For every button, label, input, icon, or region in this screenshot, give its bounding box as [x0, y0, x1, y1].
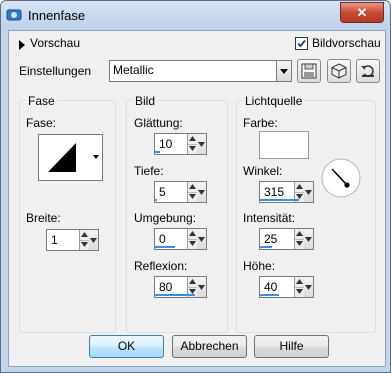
settings-label: Einstellungen	[19, 64, 92, 78]
spinner-arrows	[187, 229, 197, 249]
ambience-label: Umgebung:	[134, 211, 197, 225]
color-label: Farbe:	[243, 116, 278, 130]
angle-dropdown[interactable]	[304, 181, 314, 203]
fase-width-value: 1	[51, 233, 58, 247]
smoothing-dropdown[interactable]	[197, 133, 207, 155]
depth-label: Tiefe:	[134, 164, 164, 178]
chevron-down-icon[interactable]	[276, 61, 291, 81]
settings-dropdown-value: Metallic	[113, 63, 154, 77]
spinner-arrows	[187, 182, 197, 202]
depth-level	[155, 199, 157, 201]
expand-arrow-icon[interactable]	[18, 39, 26, 53]
spin-down-icon[interactable]	[80, 240, 89, 250]
smoothing-label: Glättung:	[134, 116, 183, 130]
reflection-value: 80	[159, 280, 173, 294]
height-label: Höhe:	[243, 259, 276, 273]
fase-group-title: Fase	[26, 94, 57, 108]
settings-dropdown[interactable]: Metallic	[109, 60, 292, 82]
reflection-label: Reflexion:	[134, 259, 188, 273]
smoothing-value: 10	[159, 137, 173, 151]
height-level	[260, 294, 279, 296]
angle-value: 315	[264, 185, 285, 199]
spinner-arrows	[79, 230, 89, 250]
spin-down-icon[interactable]	[188, 192, 197, 202]
save-preset-button[interactable]	[297, 59, 321, 83]
ambience-level	[155, 246, 175, 248]
fase-shape-dropdown-button[interactable]	[90, 134, 103, 181]
intensity-level	[260, 246, 272, 248]
smoothing-level	[155, 151, 160, 153]
reflection-dropdown[interactable]	[197, 276, 207, 298]
fase-width-spinner[interactable]: 1	[46, 229, 90, 251]
depth-spinner[interactable]: 5	[154, 181, 198, 203]
help-button[interactable]: Hilfe	[254, 335, 329, 358]
bild-group-title: Bild	[133, 94, 158, 108]
angle-label: Winkel:	[243, 164, 283, 178]
ok-button[interactable]: OK	[89, 335, 164, 358]
height-dropdown[interactable]	[304, 276, 314, 298]
window-title: Innenfase	[28, 8, 86, 23]
cancel-button[interactable]: Abbrechen	[172, 335, 247, 358]
spin-down-icon[interactable]	[295, 239, 304, 249]
fase-width-dropdown[interactable]	[89, 229, 99, 251]
spinner-arrows	[294, 229, 304, 249]
spin-down-icon[interactable]	[188, 239, 197, 249]
licht-group-title: Lichtquelle	[243, 94, 305, 108]
dialog-content: Vorschau Bildvorschau Einstellungen Meta…	[8, 30, 386, 367]
ambience-value: 0	[159, 232, 166, 246]
spin-down-icon[interactable]	[188, 144, 197, 154]
reset-button[interactable]	[356, 59, 380, 83]
intensity-value: 25	[264, 232, 278, 246]
app-icon	[6, 8, 22, 22]
reflection-level	[155, 294, 195, 296]
close-button[interactable]: ✕	[340, 2, 384, 23]
smoothing-spinner[interactable]: 10	[154, 133, 198, 155]
title-bar[interactable]: Innenfase ✕	[1, 1, 390, 31]
angle-dial[interactable]	[321, 158, 361, 201]
intensity-label: Intensität:	[243, 211, 296, 225]
image-preview-label[interactable]: Bildvorschau	[312, 36, 381, 50]
depth-value: 5	[159, 185, 166, 199]
resource-manager-button[interactable]	[327, 59, 351, 83]
spinner-arrows	[294, 277, 304, 297]
spin-down-icon[interactable]	[295, 287, 304, 297]
angle-level	[260, 199, 299, 201]
intensity-dropdown[interactable]	[304, 228, 314, 250]
fase-shape-label: Fase:	[26, 116, 57, 130]
fase-width-label: Breite:	[26, 211, 61, 225]
preview-label[interactable]: Vorschau	[30, 36, 80, 50]
spinner-arrows	[187, 134, 197, 154]
height-value: 40	[264, 280, 278, 294]
depth-dropdown[interactable]	[197, 181, 207, 203]
ambience-dropdown[interactable]	[197, 228, 207, 250]
fase-shape-picker[interactable]	[38, 134, 92, 181]
light-color-swatch[interactable]	[259, 131, 309, 159]
image-preview-checkbox[interactable]	[295, 37, 308, 50]
dialog-window: Innenfase ✕ Vorschau Bildvorschau Einste…	[0, 0, 391, 373]
